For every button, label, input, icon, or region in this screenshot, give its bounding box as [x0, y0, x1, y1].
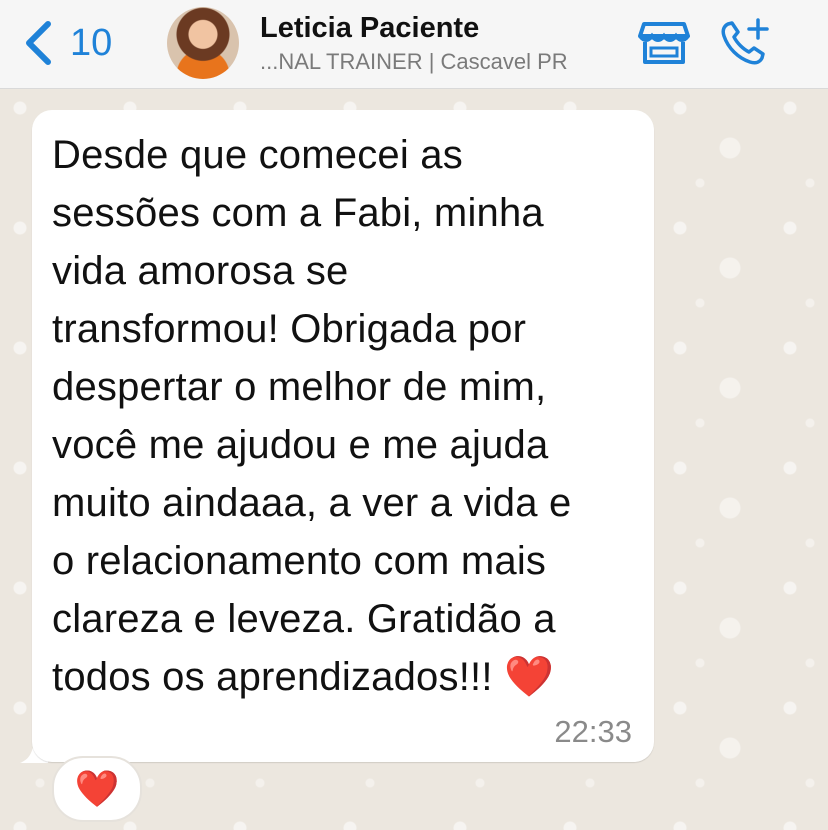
heart-icon: ❤️ — [74, 768, 120, 809]
chat-header: 10 Leticia Paciente ...NAL TRAINER | Cas… — [0, 0, 828, 89]
message-text: Desde que comecei as sessões com a Fabi,… — [52, 133, 572, 699]
message-timestamp: 22:33 — [554, 714, 632, 749]
contact-avatar[interactable] — [167, 7, 239, 79]
message-bubble[interactable]: Desde que comecei as sessões com a Fabi,… — [32, 110, 654, 762]
contact-subtitle[interactable]: ...NAL TRAINER | Cascavel PR — [260, 49, 568, 75]
heart-reaction[interactable]: ❤️ — [52, 756, 142, 822]
contact-name[interactable]: Leticia Paciente — [260, 12, 479, 45]
back-button[interactable]: 10 — [22, 18, 112, 68]
unread-count: 10 — [70, 21, 113, 64]
add-call-icon[interactable] — [718, 16, 770, 68]
chevron-left-icon — [26, 21, 51, 65]
store-icon[interactable] — [638, 20, 690, 66]
